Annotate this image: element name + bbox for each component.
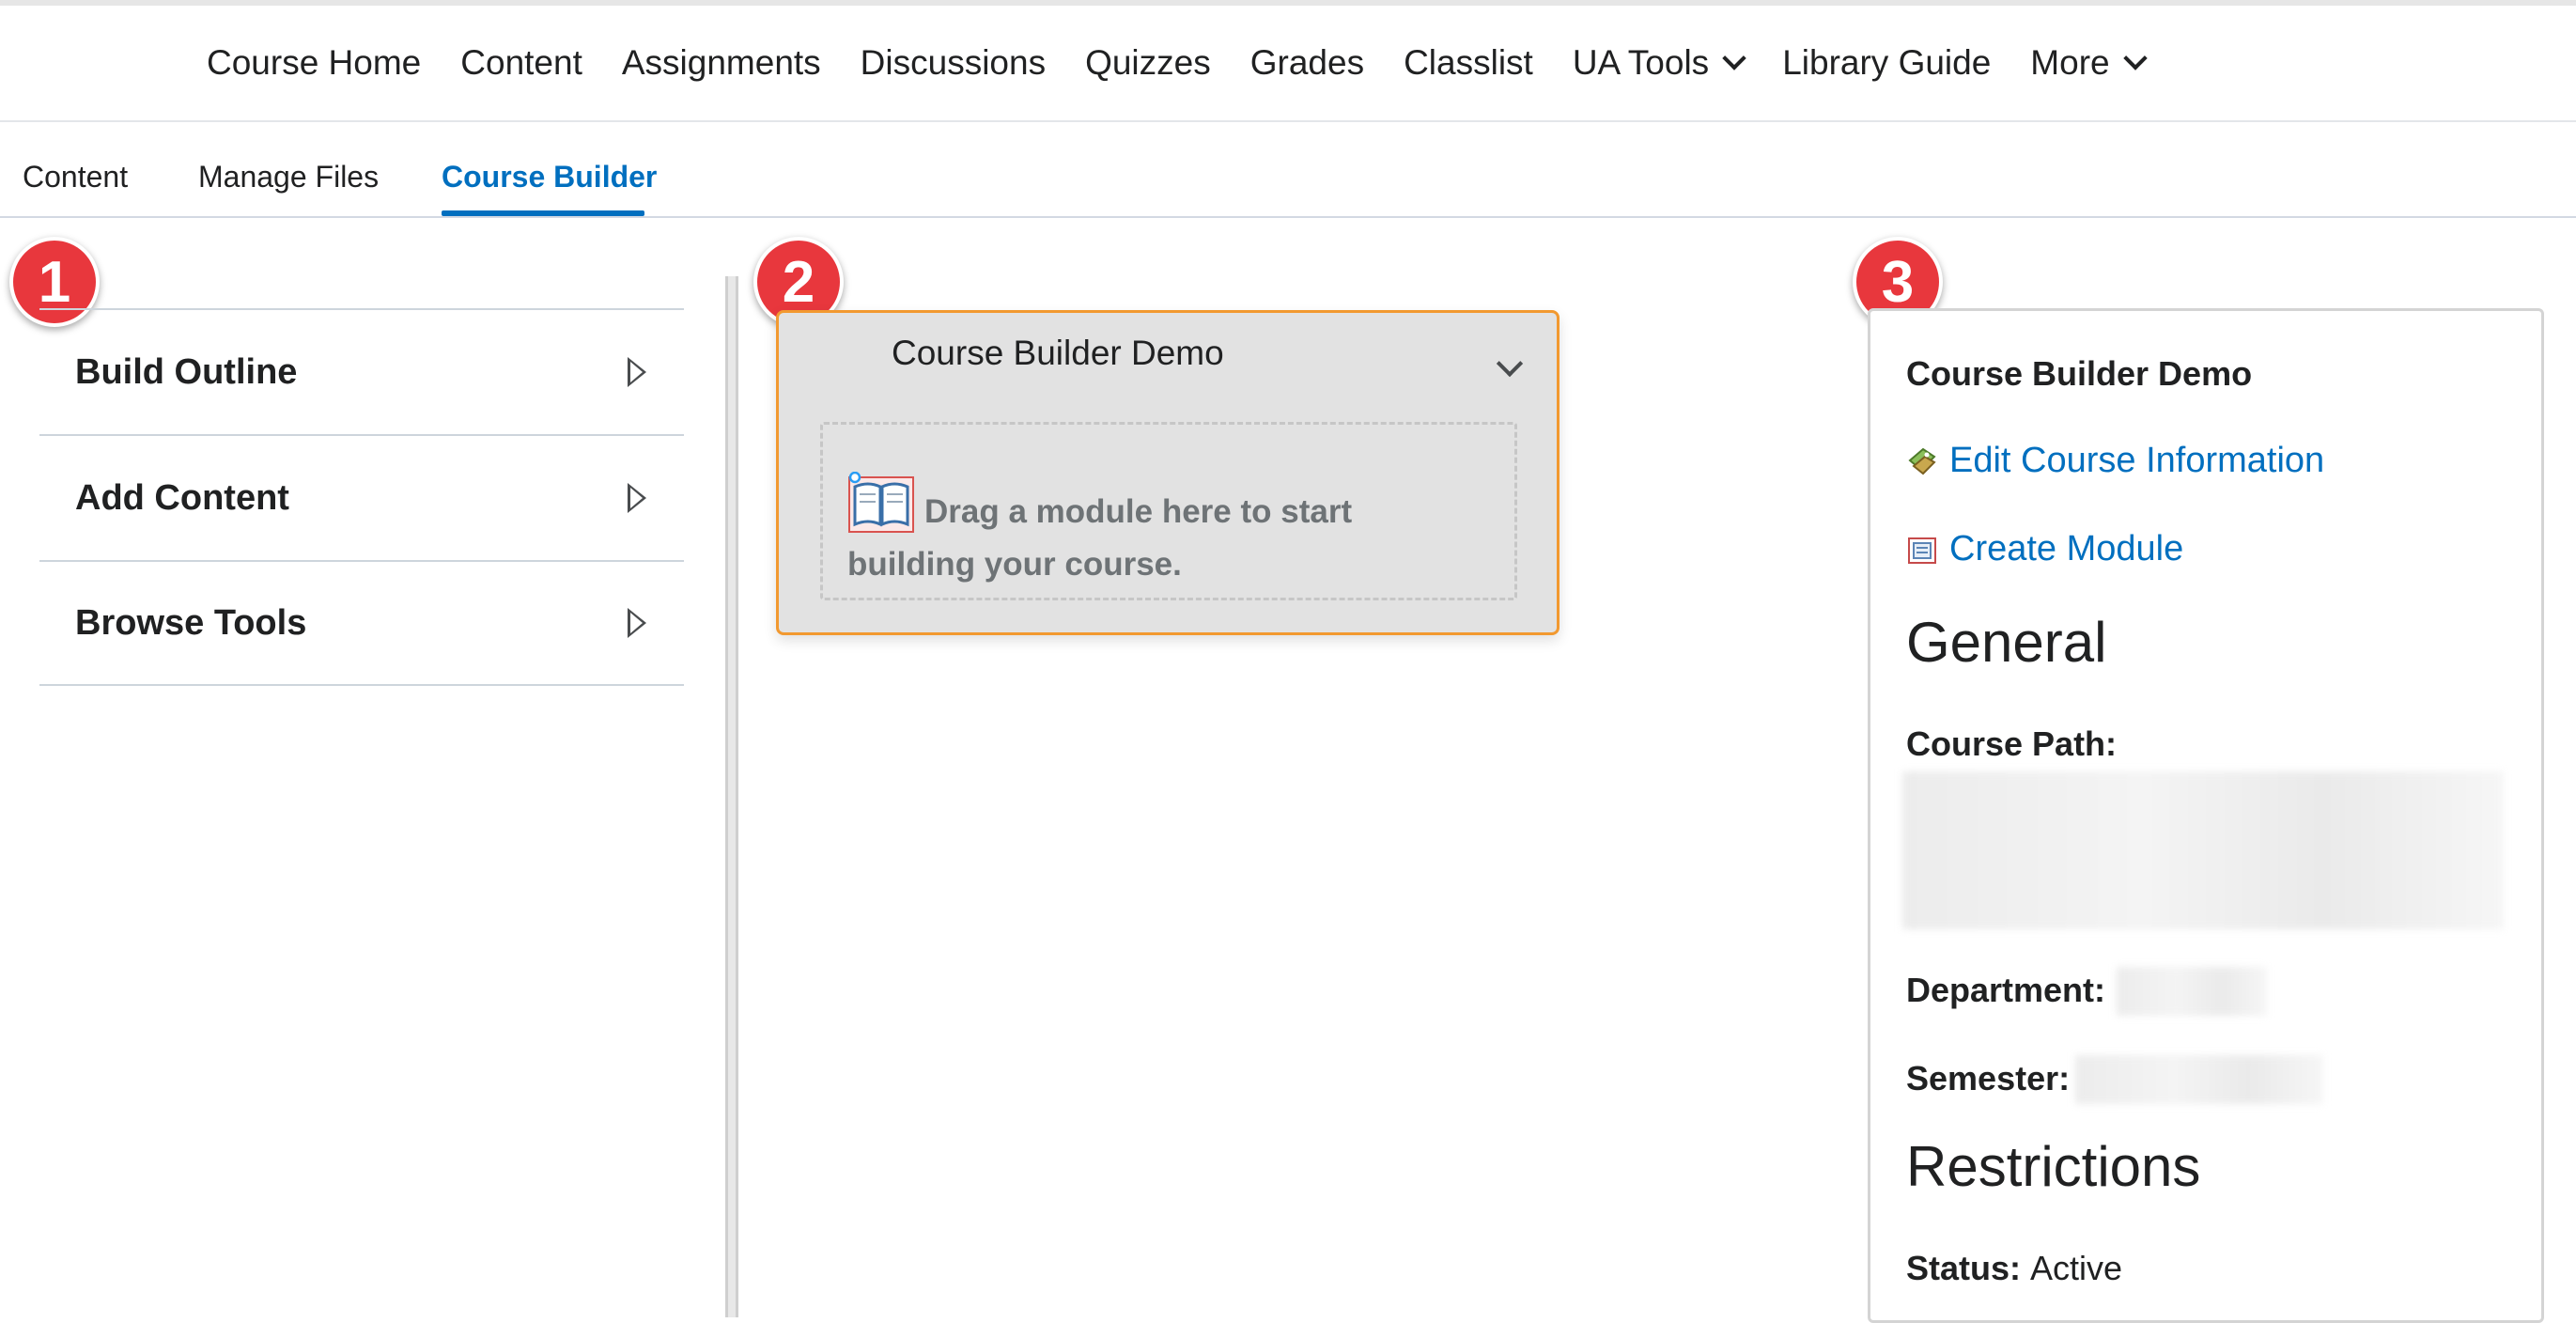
course-path-value-redacted xyxy=(1902,771,2504,929)
nav-library-guide[interactable]: Library Guide xyxy=(1782,43,1991,83)
nav-more-dropdown[interactable]: More xyxy=(2030,43,2148,83)
add-content-item[interactable]: Add Content xyxy=(39,434,684,560)
department-label: Department: xyxy=(1906,971,2106,1009)
course-nav-items: Course Home Content Assignments Discussi… xyxy=(207,6,2183,120)
content-subtabs: Content Manage Files Course Builder xyxy=(0,122,2576,218)
browse-tools-item[interactable]: Browse Tools xyxy=(39,560,684,686)
chevron-down-icon[interactable] xyxy=(1496,350,1524,378)
status-label: Status: xyxy=(1906,1249,2022,1287)
open-book-icon xyxy=(848,472,914,533)
nav-classlist[interactable]: Classlist xyxy=(1404,43,1533,83)
restrictions-heading: Restrictions xyxy=(1906,1135,2201,1198)
nav-quizzes[interactable]: Quizzes xyxy=(1085,43,1211,83)
tab-manage-files[interactable]: Manage Files xyxy=(198,160,379,195)
nav-label: UA Tools xyxy=(1572,43,1710,82)
nav-grades[interactable]: Grades xyxy=(1250,43,1364,83)
create-module-link[interactable]: Create Module xyxy=(1906,529,2183,569)
module-icon xyxy=(1908,537,1936,564)
chevron-down-icon xyxy=(1722,46,1746,70)
course-module-card[interactable]: Course Builder Demo Drag a module here t… xyxy=(776,310,1560,635)
nav-label: Classlist xyxy=(1404,43,1533,82)
nav-discussions[interactable]: Discussions xyxy=(861,43,1046,83)
browse-tools-label: Browse Tools xyxy=(75,602,307,643)
edit-course-information-label: Edit Course Information xyxy=(1949,441,2325,480)
nav-label: Course Home xyxy=(207,43,422,82)
module-title: Course Builder Demo xyxy=(892,334,1224,372)
status-row: Status: Active xyxy=(1906,1249,2122,1288)
expand-arrow-icon xyxy=(628,483,646,513)
semester-label: Semester: xyxy=(1906,1059,2071,1097)
nav-ua-tools-dropdown[interactable]: UA Tools xyxy=(1572,43,1746,83)
status-value: Active xyxy=(2030,1249,2123,1287)
edit-course-information-link[interactable]: Edit Course Information xyxy=(1906,441,2324,481)
course-properties-panel: Course Builder Demo Edit Course Informat… xyxy=(1868,308,2544,1323)
course-path-label: Course Path: xyxy=(1906,724,2118,763)
nav-label: Quizzes xyxy=(1085,43,1211,82)
drop-zone-message-wrap: Drag a module here to start building you… xyxy=(847,472,1449,591)
course-builder-tool-panel: Build Outline Add Content Browse Tools xyxy=(39,308,684,686)
nav-course-home[interactable]: Course Home xyxy=(207,43,421,83)
properties-title: Course Builder Demo xyxy=(1906,354,2253,393)
chevron-down-icon xyxy=(2122,46,2148,70)
expand-arrow-icon xyxy=(628,608,646,638)
department-value-redacted xyxy=(2117,967,2267,1016)
nav-content[interactable]: Content xyxy=(460,43,582,83)
active-tab-indicator xyxy=(442,210,644,216)
create-module-label: Create Module xyxy=(1949,529,2184,568)
add-content-label: Add Content xyxy=(75,477,289,518)
nav-label: Grades xyxy=(1249,43,1365,82)
nav-label: More xyxy=(2030,43,2110,82)
general-heading: General xyxy=(1906,611,2107,674)
nav-label: Library Guide xyxy=(1782,43,1992,82)
build-outline-item[interactable]: Build Outline xyxy=(39,308,684,434)
expand-arrow-icon xyxy=(628,357,646,387)
tab-content[interactable]: Content xyxy=(23,160,128,195)
build-outline-label: Build Outline xyxy=(75,351,298,392)
edit-tag-icon xyxy=(1908,447,1936,475)
panel-resize-divider[interactable] xyxy=(725,276,738,1317)
drop-zone-message: Drag a module here to start building you… xyxy=(847,493,1353,583)
semester-value-redacted xyxy=(2075,1055,2323,1104)
course-navbar: Course Home Content Assignments Discussi… xyxy=(0,6,2576,122)
nav-label: Discussions xyxy=(860,43,1047,82)
nav-assignments[interactable]: Assignments xyxy=(622,43,821,83)
nav-label: Assignments xyxy=(621,43,821,82)
nav-label: Content xyxy=(460,43,582,82)
tab-course-builder[interactable]: Course Builder xyxy=(442,160,657,195)
module-drop-zone[interactable]: Drag a module here to start building you… xyxy=(820,422,1517,600)
